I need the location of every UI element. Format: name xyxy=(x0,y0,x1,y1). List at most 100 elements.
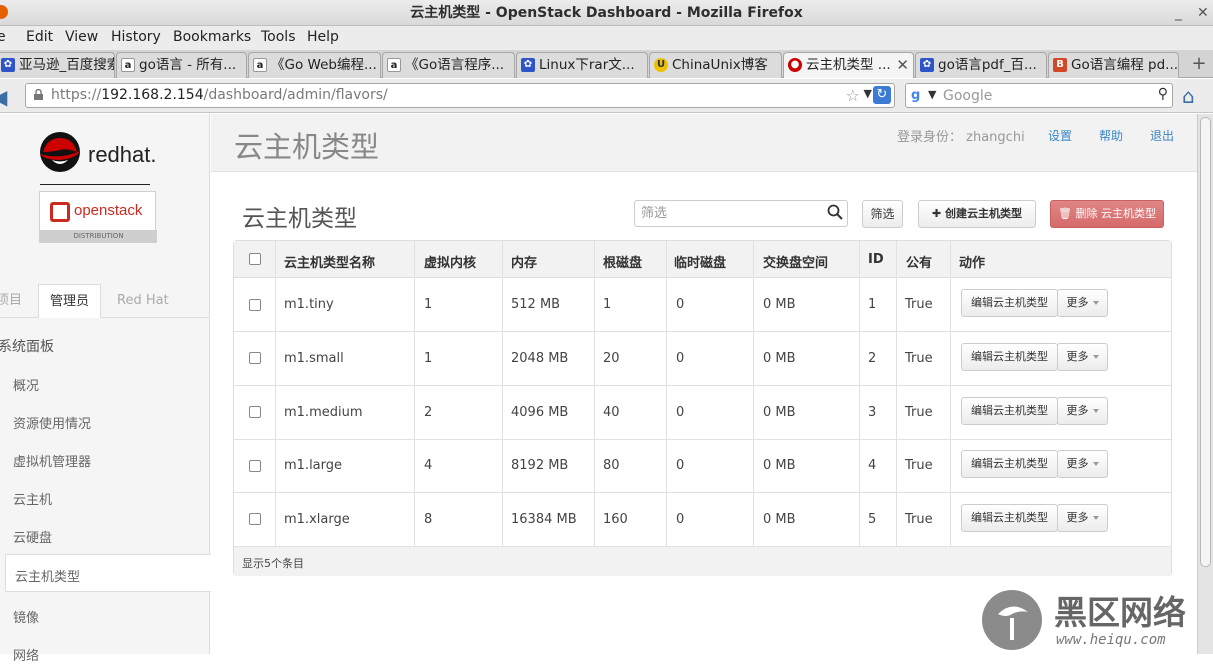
sidebar-item-networks[interactable]: 网络 xyxy=(13,645,39,664)
column-header[interactable]: 交换盘空间 xyxy=(763,252,828,271)
more-dropdown-button[interactable]: 更多 xyxy=(1057,504,1108,532)
amazon-icon: a xyxy=(121,58,135,72)
vcpus: 1 xyxy=(424,297,433,312)
browser-tab-active[interactable]: ● 云主机类型 ... ✕ xyxy=(783,52,914,78)
ephemeral-disk: 0 xyxy=(676,512,685,527)
row-checkbox[interactable] xyxy=(249,352,261,364)
tab-project[interactable]: 项目 xyxy=(0,284,22,318)
new-tab-button[interactable]: + xyxy=(1187,53,1211,77)
browser-tab[interactable]: ✿ go语言pdf_百... xyxy=(915,52,1047,78)
scrollbar-thumb[interactable] xyxy=(1200,117,1211,567)
column-header[interactable]: 内存 xyxy=(511,252,537,271)
amazon-icon: a xyxy=(387,58,401,72)
flavor-name: m1.medium xyxy=(284,405,363,420)
column-header[interactable]: 公有 xyxy=(906,252,932,271)
more-dropdown-button[interactable]: 更多 xyxy=(1057,343,1108,371)
search-icon[interactable] xyxy=(827,204,843,220)
browser-tab[interactable]: ✿ Linux下rar文... xyxy=(516,52,648,78)
column-header[interactable]: 根磁盘 xyxy=(603,252,642,271)
column-header[interactable]: 云主机类型名称 xyxy=(284,252,375,271)
select-all-checkbox[interactable] xyxy=(249,253,261,265)
close-window-button[interactable]: ✕ xyxy=(1197,0,1209,26)
home-icon[interactable]: ⌂ xyxy=(1182,84,1206,108)
column-header[interactable]: ID xyxy=(868,252,884,267)
close-tab-icon[interactable]: ✕ xyxy=(896,53,909,77)
chinaunix-icon: U xyxy=(654,58,668,72)
more-dropdown-button[interactable]: 更多 xyxy=(1057,450,1108,478)
row-checkbox[interactable] xyxy=(249,299,261,311)
browser-tab[interactable]: a go语言 - 所有... xyxy=(116,52,247,78)
edit-flavor-button[interactable]: 编辑云主机类型 xyxy=(961,504,1058,532)
table-row: m1.tiny 1 512 MB 1 0 0 MB 1 True 编辑云主机类型… xyxy=(234,278,1171,332)
sidebar-item-flavors[interactable]: 云主机类型 xyxy=(5,554,211,592)
more-dropdown-button[interactable]: 更多 xyxy=(1057,397,1108,425)
url-text[interactable]: https://192.168.2.154/dashboard/admin/fl… xyxy=(51,87,388,103)
create-flavor-button[interactable]: ✚ 创建云主机类型 xyxy=(918,200,1036,228)
sidebar: redhat. openstack DISTRIBUTION 项目 管理员 Re… xyxy=(0,114,211,664)
edit-flavor-button[interactable]: 编辑云主机类型 xyxy=(961,289,1058,317)
tab-redhat[interactable]: Red Hat xyxy=(117,284,169,318)
browser-tab-label: 亚马逊_百度搜索 xyxy=(19,57,115,73)
vcpus: 2 xyxy=(424,405,433,420)
menu-view[interactable]: View xyxy=(65,29,98,45)
sidebar-item-usage[interactable]: 资源使用情况 xyxy=(13,413,91,432)
minimize-button[interactable]: _ xyxy=(1175,0,1182,26)
google-icon: g xyxy=(911,88,921,103)
caret-down-icon xyxy=(1092,355,1099,359)
settings-link[interactable]: 设置 xyxy=(1048,127,1072,144)
ram: 4096 MB xyxy=(511,405,569,420)
watermark-logo: 黑区网络 www.heiqu.com xyxy=(982,590,1186,650)
tab-admin[interactable]: 管理员 xyxy=(38,284,102,318)
history-dropdown-icon[interactable]: ▼ xyxy=(864,87,872,100)
menu-tools[interactable]: Tools xyxy=(261,29,296,45)
redhat-icon: ● xyxy=(788,58,802,72)
root-disk: 160 xyxy=(603,512,628,527)
item-count: 显示5个条目 xyxy=(242,557,304,570)
openstack-logo: openstack DISTRIBUTION xyxy=(39,191,157,243)
filter-input[interactable]: 筛选 xyxy=(634,200,848,227)
redhat-logo-text: redhat. xyxy=(88,142,157,167)
delete-flavors-button[interactable]: 🗑 删除 云主机类型 xyxy=(1050,200,1164,228)
browser-tab[interactable]: U ChinaUnix博客 xyxy=(649,52,782,78)
menu-edit[interactable]: Edit xyxy=(26,29,53,45)
menu-help[interactable]: Help xyxy=(307,29,339,45)
url-bar[interactable]: https://192.168.2.154/dashboard/admin/fl… xyxy=(25,83,895,108)
dashboard-page: redhat. openstack DISTRIBUTION 项目 管理员 Re… xyxy=(0,114,1197,664)
back-arrow-icon[interactable]: ◀ xyxy=(0,85,12,109)
flavor-id: 1 xyxy=(868,297,877,312)
edit-flavor-button[interactable]: 编辑云主机类型 xyxy=(961,397,1058,425)
more-dropdown-button[interactable]: 更多 xyxy=(1057,289,1108,317)
page-scrollbar[interactable] xyxy=(1197,114,1213,654)
edit-flavor-button[interactable]: 编辑云主机类型 xyxy=(961,343,1058,371)
sidebar-item-instances[interactable]: 云主机 xyxy=(13,489,52,508)
sidebar-item-volumes[interactable]: 云硬盘 xyxy=(13,527,52,546)
filter-button[interactable]: 筛选 xyxy=(862,200,903,228)
lock-icon xyxy=(34,89,43,100)
binoculars-icon[interactable]: ⚲ xyxy=(1158,86,1168,102)
sidebar-item-hypervisors[interactable]: 虚拟机管理器 xyxy=(13,451,91,470)
browser-tab[interactable]: B Go语言编程 pd... xyxy=(1048,52,1179,78)
page-title: 云主机类型 xyxy=(234,130,380,164)
browser-tab[interactable]: ✿ 亚马逊_百度搜索 xyxy=(0,52,115,78)
row-checkbox[interactable] xyxy=(249,406,261,418)
bookmark-star-icon[interactable]: ☆ xyxy=(846,86,860,105)
edit-flavor-button[interactable]: 编辑云主机类型 xyxy=(961,450,1058,478)
menu-history[interactable]: History xyxy=(111,29,161,45)
sidebar-item-images[interactable]: 镜像 xyxy=(13,607,39,626)
reload-icon[interactable]: ↻ xyxy=(873,86,891,104)
row-checkbox[interactable] xyxy=(249,460,261,472)
logout-link[interactable]: 退出 xyxy=(1150,127,1174,144)
column-header[interactable]: 虚拟内核 xyxy=(424,252,476,271)
menu-file[interactable]: e xyxy=(0,29,6,45)
search-engine-dropdown-icon[interactable]: ▼ xyxy=(928,88,936,101)
browser-tab[interactable]: a 《Go语言程序... xyxy=(382,52,515,78)
search-bar[interactable]: g ▼ Google ⚲ xyxy=(905,83,1173,108)
sidebar-item-overview[interactable]: 概况 xyxy=(13,375,39,394)
menu-bookmarks[interactable]: Bookmarks xyxy=(173,29,251,45)
ram: 16384 MB xyxy=(511,512,577,527)
row-checkbox[interactable] xyxy=(249,513,261,525)
help-link[interactable]: 帮助 xyxy=(1099,127,1123,144)
browser-tab[interactable]: a 《Go Web编程... xyxy=(248,52,381,78)
column-header[interactable]: 临时磁盘 xyxy=(674,252,726,271)
browser-tab-label: 云主机类型 ... xyxy=(806,57,891,73)
